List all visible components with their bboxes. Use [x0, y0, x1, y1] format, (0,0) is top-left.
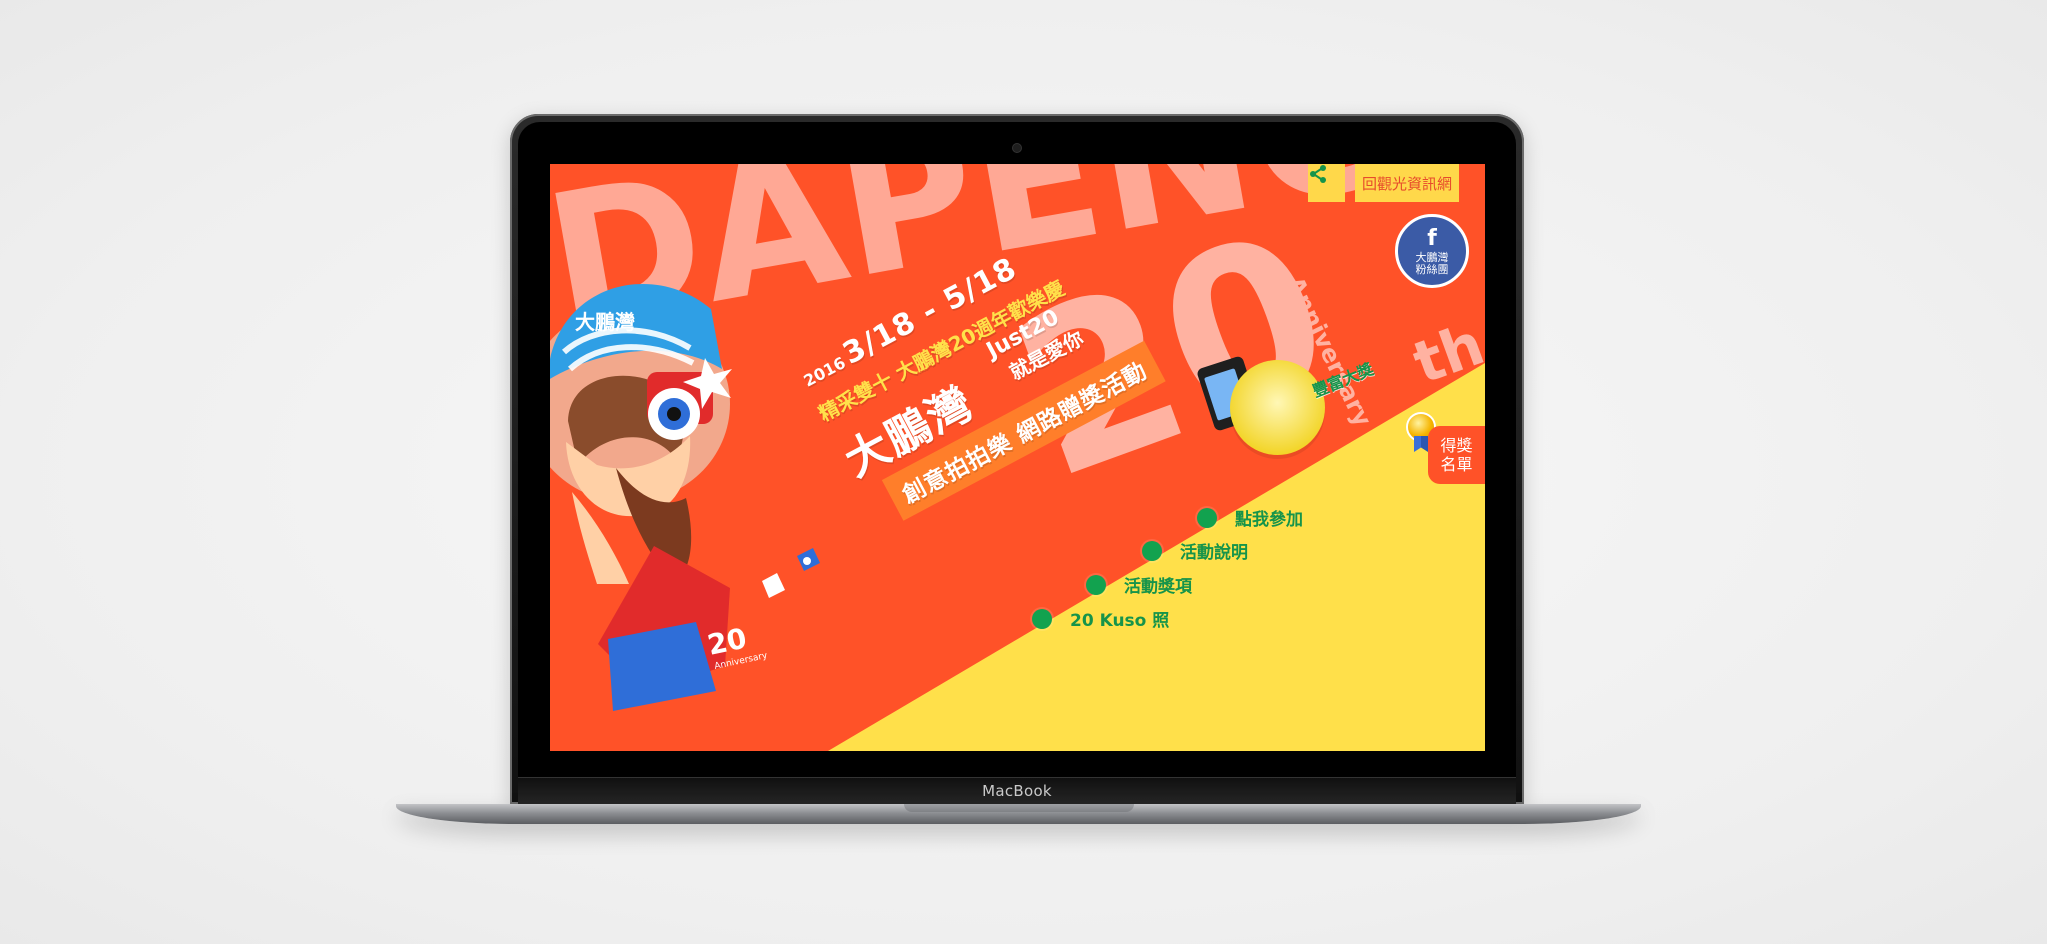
menu-item-label: 活動說明: [1180, 543, 1248, 563]
tourism-site-label: 回觀光資訊網: [1362, 174, 1453, 193]
facebook-icon: f: [1427, 225, 1437, 251]
share-icon: [1310, 165, 1326, 183]
winners-list-tab[interactable]: 得獎 名單: [1428, 426, 1485, 484]
facebook-fanpage-badge[interactable]: f 大鵬灣 粉絲團: [1395, 214, 1469, 288]
menu-item-label: 點我參加: [1235, 510, 1303, 530]
menu-item-label: 活動獎項: [1124, 577, 1192, 597]
laptop-chin: MacBook: [518, 777, 1516, 804]
winners-line-2: 名單: [1440, 455, 1473, 474]
menu-item-kuso-photos[interactable]: 20 Kuso 照: [1032, 606, 1169, 631]
menu-item-join[interactable]: 點我參加: [1197, 505, 1303, 530]
facebook-line-1: 大鵬灣: [1415, 251, 1449, 264]
mascot-hat-text: 大鵬灣: [575, 310, 635, 334]
winners-line-1: 得獎: [1440, 435, 1473, 455]
prize-badge: [1230, 360, 1325, 455]
laptop-base: [396, 804, 1641, 824]
share-button[interactable]: [1308, 164, 1345, 202]
tourism-site-button[interactable]: 回觀光資訊網: [1355, 164, 1459, 202]
website-screen: DAPENG BAY 20 th Anniversary 大鵬灣: [550, 164, 1485, 751]
device-brand-label: MacBook: [982, 782, 1052, 800]
menu-bullet-icon: [1032, 608, 1052, 629]
menu-bullet-icon: [1086, 574, 1106, 595]
menu-item-label: 20 Kuso 照: [1070, 611, 1170, 631]
facebook-line-2: 粉絲團: [1415, 262, 1449, 276]
menu-bullet-icon: [1142, 540, 1162, 561]
presentation-stage: MacBook DAPENG BAY 20 th Anniversary: [0, 0, 2047, 944]
webcam-icon: [1013, 144, 1021, 152]
laptop-hinge-notch: [903, 804, 1134, 812]
menu-item-rules[interactable]: 活動說明: [1142, 538, 1248, 563]
menu-item-prizes[interactable]: 活動獎項: [1086, 572, 1192, 597]
menu-bullet-icon: [1197, 507, 1217, 528]
